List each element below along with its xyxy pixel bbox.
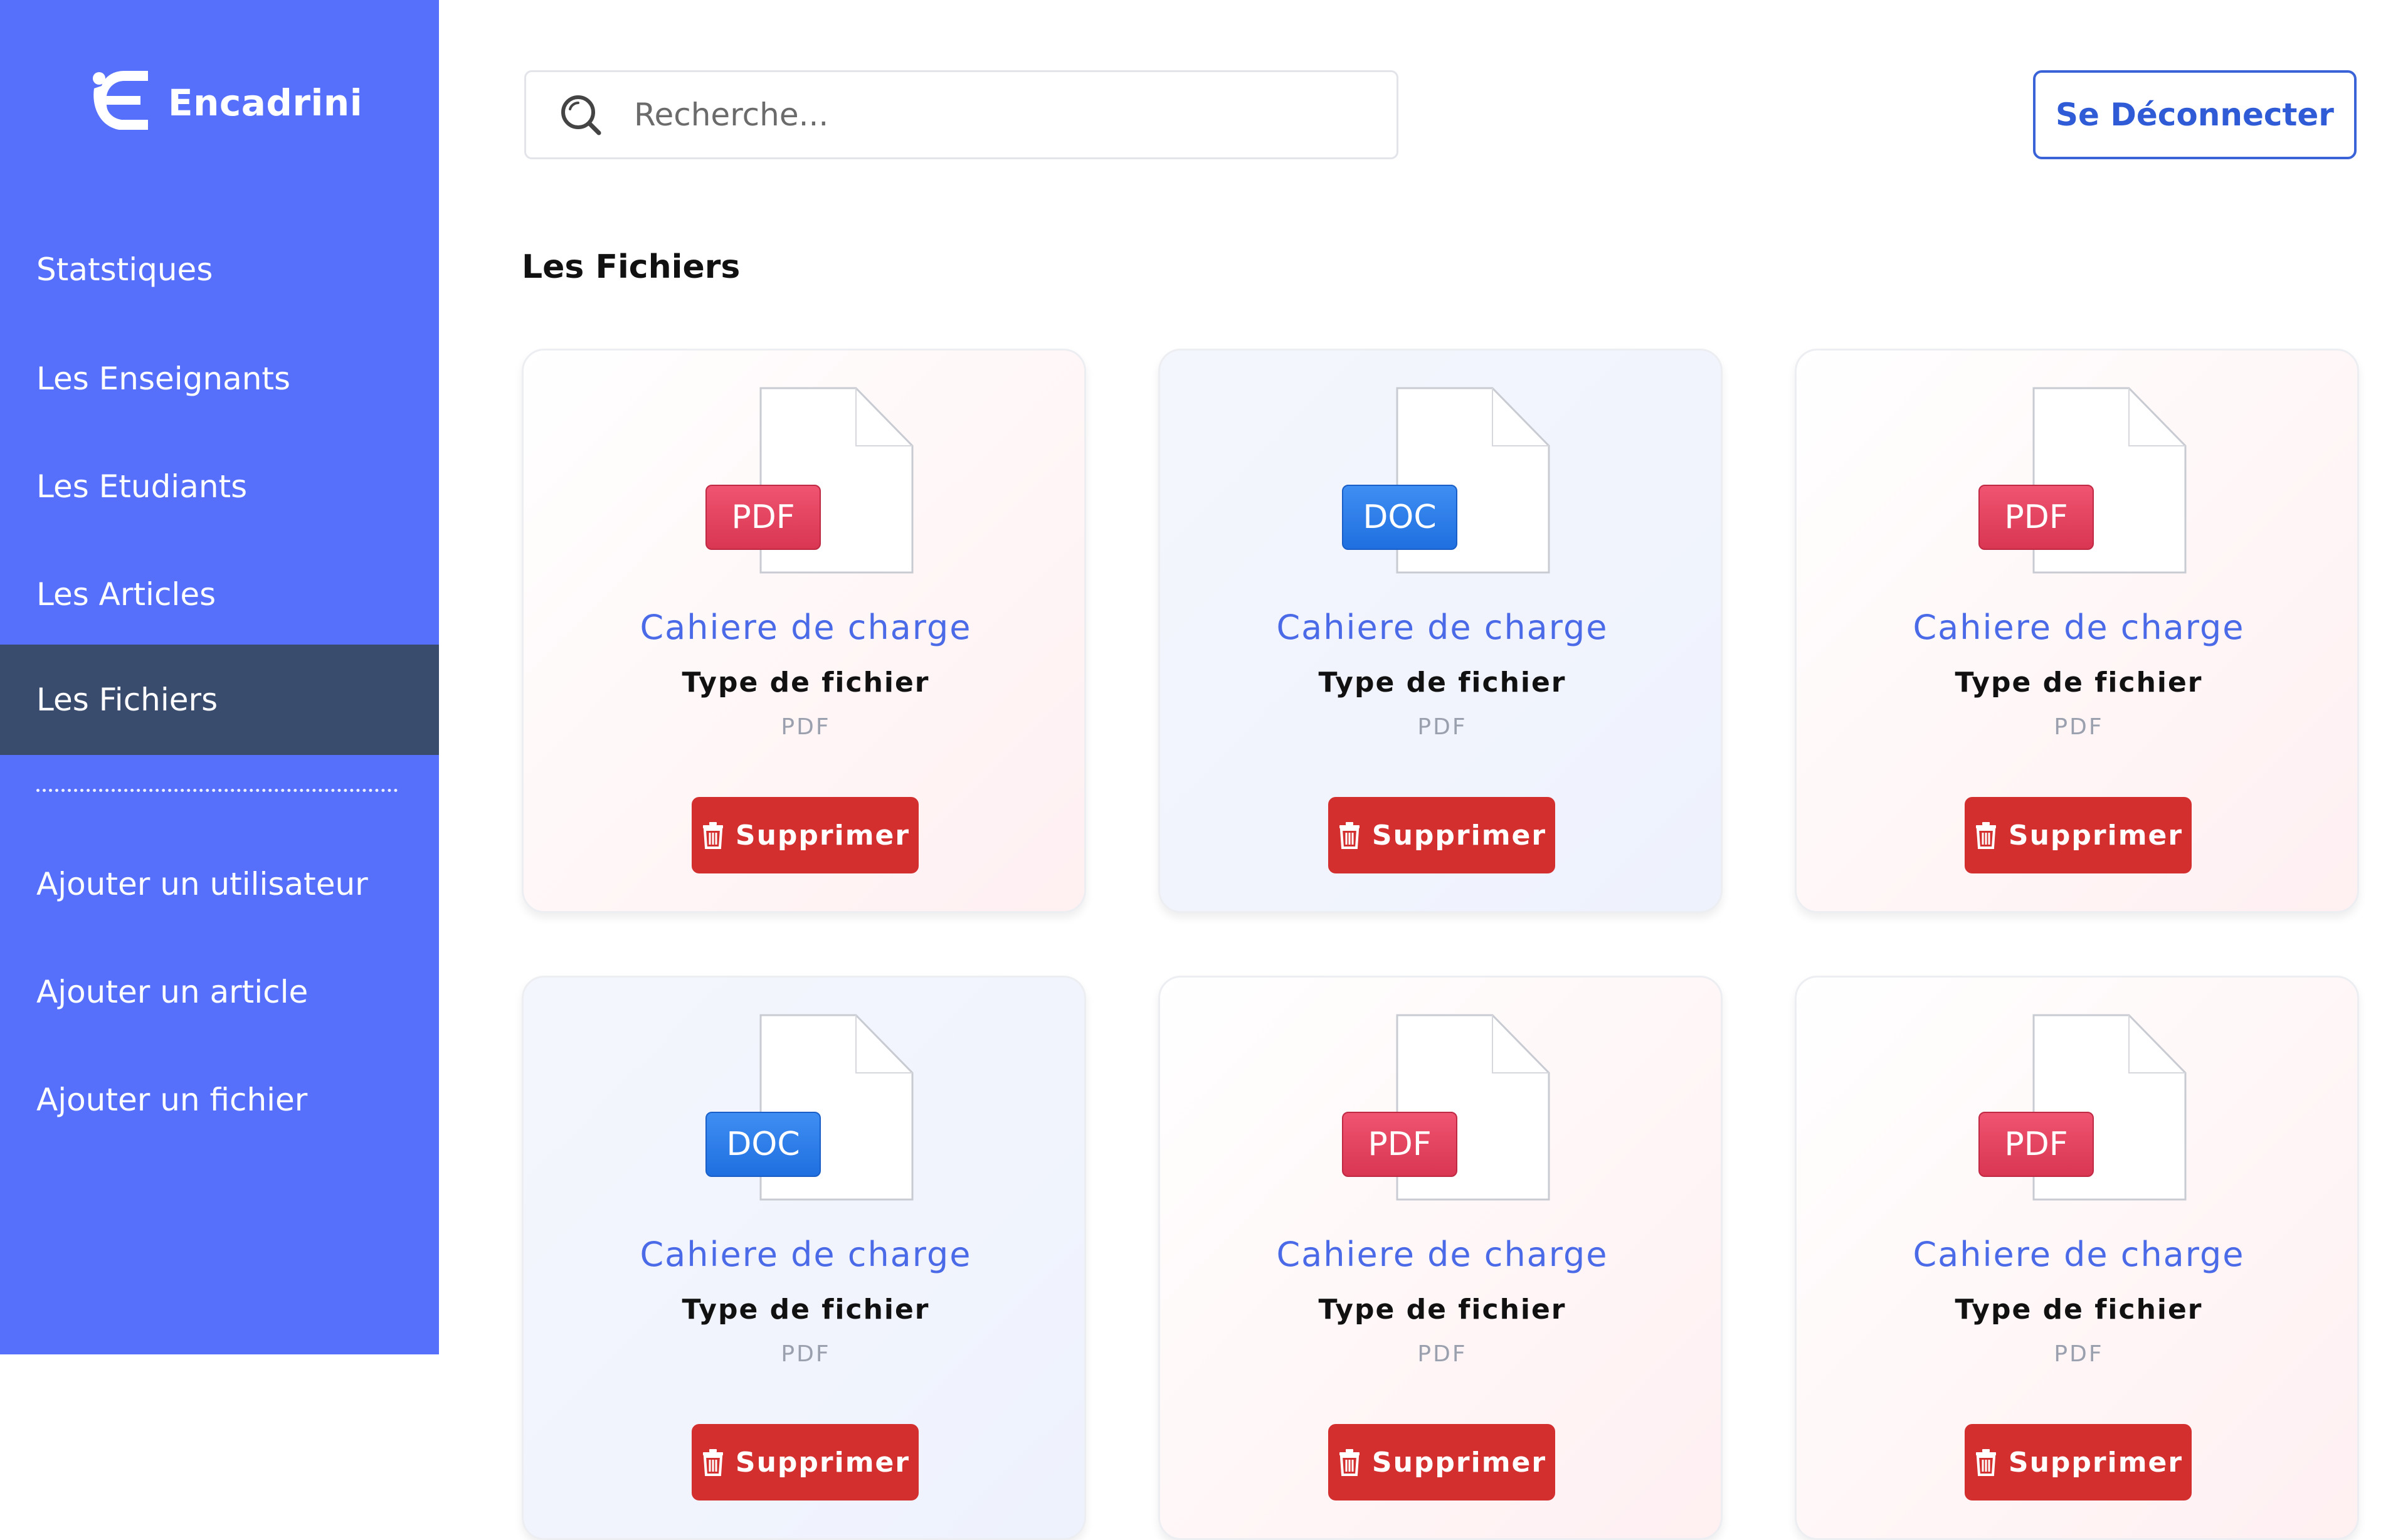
sidebar-item-articles[interactable]: Les Articles	[0, 539, 439, 650]
file-type-badge: PDF	[705, 485, 821, 550]
sidebar-divider	[36, 789, 398, 792]
brand-name: Encadrini	[168, 82, 363, 124]
file-type-badge: PDF	[1978, 485, 2094, 550]
file-type-badge: DOC	[705, 1112, 821, 1177]
delete-button[interactable]: Supprimer	[1328, 797, 1555, 873]
file-type-label: Type de fichier	[1318, 667, 1566, 699]
file-title[interactable]: Cahiere de charge	[524, 1235, 1084, 1274]
trash-icon	[1339, 822, 1360, 849]
search-bar[interactable]	[524, 70, 1398, 159]
file-type-label: Type de fichier	[1318, 1294, 1566, 1326]
delete-button-label: Supprimer	[735, 1446, 911, 1479]
sidebar-item-etudiants[interactable]: Les Etudiants	[0, 431, 439, 542]
file-title[interactable]: Cahiere de charge	[524, 608, 1084, 647]
trash-icon	[1975, 822, 1996, 849]
file-card[interactable]: PDF Cahiere de charge Type de fichier PD…	[1795, 976, 2359, 1540]
file-type-label: Type de fichier	[682, 1294, 930, 1326]
search-input[interactable]	[634, 97, 1324, 133]
delete-button-label: Supprimer	[2008, 1446, 2184, 1479]
sidebar-item-fichiers[interactable]: Les Fichiers	[0, 645, 439, 755]
sidebar-item-statistiques[interactable]: Statstiques	[0, 214, 439, 325]
file-type-label: Type de fichier	[1955, 667, 2203, 699]
file-type-value: PDF	[2054, 714, 2104, 740]
encadrini-logo-icon	[93, 71, 148, 130]
sidebar-action-add-article[interactable]: Ajouter un article	[0, 937, 439, 1047]
delete-button[interactable]: Supprimer	[1965, 1424, 2192, 1500]
file-type-badge: PDF	[1342, 1112, 1457, 1177]
delete-button[interactable]: Supprimer	[1328, 1424, 1555, 1500]
file-card[interactable]: PDF Cahiere de charge Type de fichier PD…	[1158, 976, 1723, 1540]
delete-button-label: Supprimer	[2008, 819, 2184, 852]
trash-icon	[702, 1449, 723, 1476]
trash-icon	[702, 822, 723, 849]
sidebar-action-add-user[interactable]: Ajouter un utilisateur	[0, 829, 439, 939]
file-title[interactable]: Cahiere de charge	[1160, 608, 1721, 647]
file-title[interactable]: Cahiere de charge	[1797, 608, 2357, 647]
file-card[interactable]: PDF Cahiere de charge Type de fichier PD…	[522, 349, 1086, 913]
logout-button[interactable]: Se Déconnecter	[2033, 70, 2357, 159]
file-type-label: Type de fichier	[1955, 1294, 2203, 1326]
file-type-badge: PDF	[1978, 1112, 2094, 1177]
delete-button-label: Supprimer	[1371, 819, 1547, 852]
file-title[interactable]: Cahiere de charge	[1797, 1235, 2357, 1274]
delete-button-label: Supprimer	[735, 819, 911, 852]
file-type-value: PDF	[781, 714, 831, 740]
delete-button[interactable]: Supprimer	[692, 1424, 919, 1500]
file-title[interactable]: Cahiere de charge	[1160, 1235, 1721, 1274]
delete-button-label: Supprimer	[1371, 1446, 1547, 1479]
file-card[interactable]: DOC Cahiere de charge Type de fichier PD…	[522, 976, 1086, 1540]
trash-icon	[1975, 1449, 1996, 1476]
search-icon	[561, 95, 601, 135]
file-card[interactable]: PDF Cahiere de charge Type de fichier PD…	[1795, 349, 2359, 913]
brand[interactable]: Encadrini	[88, 65, 362, 140]
file-type-badge: DOC	[1342, 485, 1457, 550]
trash-icon	[1339, 1449, 1360, 1476]
file-type-label: Type de fichier	[682, 667, 930, 699]
delete-button[interactable]: Supprimer	[692, 797, 919, 873]
file-card[interactable]: DOC Cahiere de charge Type de fichier PD…	[1158, 349, 1723, 913]
page-title: Les Fichiers	[522, 248, 741, 286]
sidebar-item-enseignants[interactable]: Les Enseignants	[0, 324, 439, 434]
file-type-value: PDF	[1417, 714, 1467, 740]
delete-button[interactable]: Supprimer	[1965, 797, 2192, 873]
sidebar: Encadrini Statstiques Les Enseignants Le…	[0, 0, 439, 1354]
sidebar-action-add-file[interactable]: Ajouter un fichier	[0, 1045, 439, 1155]
